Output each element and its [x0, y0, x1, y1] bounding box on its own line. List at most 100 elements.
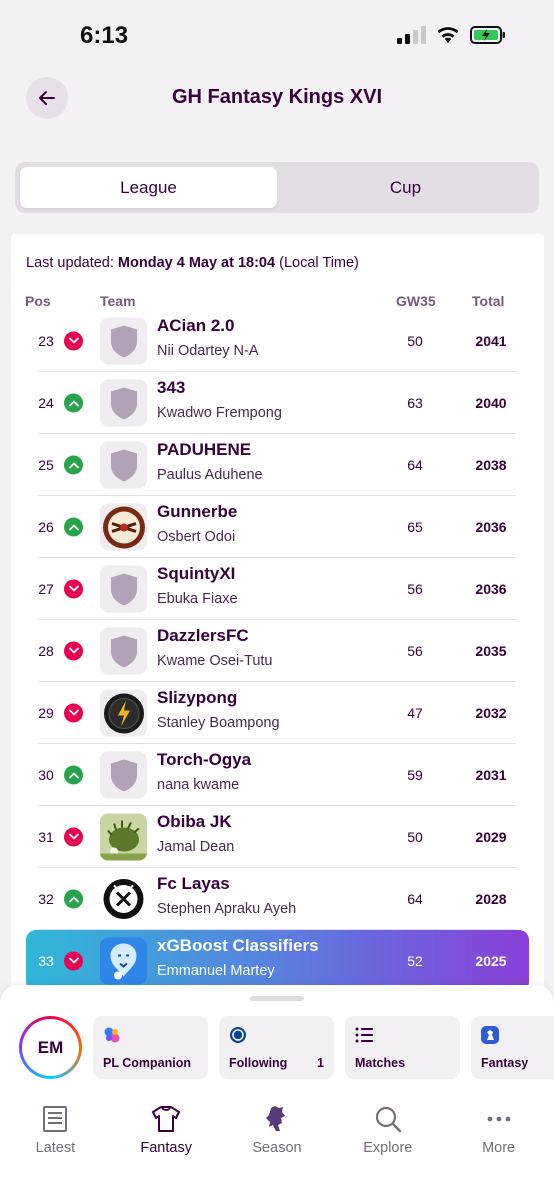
tab-league[interactable]: League: [20, 167, 277, 208]
total-points: 2028: [475, 891, 507, 907]
table-row[interactable]: 29 Slizypong Stanley Boampong 47 2032: [11, 682, 544, 744]
status-icons: [397, 26, 506, 44]
gameweek-points: 63: [407, 395, 423, 411]
nav-fantasy[interactable]: Fantasy: [111, 1088, 222, 1168]
copilot-icon: [102, 1025, 122, 1045]
rank-down-icon: [64, 827, 83, 847]
rank-up-icon: [64, 889, 83, 909]
total-points: 2036: [475, 519, 507, 535]
manager-name: Paulus Aduhene: [157, 467, 263, 483]
news-icon: [40, 1104, 70, 1134]
team-name[interactable]: Slizypong: [157, 688, 237, 708]
team-name[interactable]: Torch-Ogya: [157, 750, 251, 770]
wifi-icon: [437, 27, 459, 43]
gameweek-points: 65: [407, 519, 423, 535]
following-label: Following: [229, 1056, 288, 1070]
total-points: 2032: [475, 705, 507, 721]
table-row[interactable]: 28 DazzlersFC Kwame Osei-Tutu 56 2035: [11, 620, 544, 682]
nav-fantasy-label: Fantasy: [140, 1140, 192, 1156]
fc-crest-icon: [100, 875, 147, 923]
team-name[interactable]: Fc Layas: [157, 874, 230, 894]
gameweek-points: 56: [407, 581, 423, 597]
team-name[interactable]: 343: [157, 378, 185, 398]
total-points: 2035: [475, 643, 507, 659]
table-row[interactable]: 27 SquintyXI Ebuka Fiaxe 56 2036: [11, 558, 544, 620]
shield-icon: [100, 317, 147, 365]
manager-name: Kwadwo Frempong: [157, 405, 282, 421]
club-crest-icon: [228, 1025, 248, 1045]
row-position: 27: [38, 581, 54, 597]
league-cup-toggle: League Cup: [15, 162, 539, 213]
shield-icon: [100, 751, 147, 799]
manager-name: Kwame Osei-Tutu: [157, 653, 273, 669]
table-row[interactable]: 24 343 Kwadwo Frempong 63 2040: [11, 372, 544, 434]
row-position: 23: [38, 333, 54, 349]
team-name[interactable]: SquintyXI: [157, 564, 235, 584]
nav-season[interactable]: Season: [222, 1088, 333, 1168]
pl-lion-icon: [480, 1025, 500, 1045]
shirt-icon: [151, 1104, 181, 1134]
gameweek-points: 50: [407, 829, 423, 845]
gameweek-points: 52: [407, 953, 423, 969]
row-position: 31: [38, 829, 54, 845]
hedgehog-icon: [100, 813, 147, 861]
shield-icon: [100, 379, 147, 427]
rank-down-icon: [64, 641, 83, 661]
col-total: Total: [472, 293, 505, 309]
gameweek-points: 64: [407, 891, 423, 907]
total-points: 2036: [475, 581, 507, 597]
team-name[interactable]: PADUHENE: [157, 440, 251, 460]
team-name[interactable]: Obiba JK: [157, 812, 232, 832]
fantasy-button[interactable]: Fantasy: [471, 1016, 554, 1079]
col-gw: GW35: [396, 293, 436, 309]
total-points: 2040: [475, 395, 507, 411]
rank-up-icon: [64, 455, 83, 475]
standings-card: Last updated: Monday 4 May at 18:04 (Loc…: [11, 234, 544, 994]
last-updated: Last updated: Monday 4 May at 18:04 (Loc…: [26, 255, 359, 271]
table-row[interactable]: 33 xGBoost Classifiers Emmanuel Martey 52 20…: [26, 930, 529, 992]
nav-latest[interactable]: Latest: [0, 1088, 111, 1168]
table-row[interactable]: 30 Torch-Ogya nana kwame 59 2031: [11, 744, 544, 806]
avatar[interactable]: EM: [19, 1016, 82, 1079]
row-position: 32: [38, 891, 54, 907]
shield-icon: [100, 565, 147, 613]
team-name[interactable]: xGBoost Classifiers: [157, 936, 319, 956]
table-row[interactable]: 32 Fc Layas Stephen Apraku Ayeh 64 2028: [11, 868, 544, 930]
sheet-grabber[interactable]: [250, 996, 304, 1001]
fantasy-quick-label: Fantasy: [481, 1056, 529, 1070]
following-button[interactable]: Following 1: [219, 1016, 334, 1079]
lightning-ball-icon: [100, 689, 147, 737]
gameweek-points: 47: [407, 705, 423, 721]
tab-cup[interactable]: Cup: [277, 167, 534, 208]
rank-down-icon: [64, 579, 83, 599]
total-points: 2038: [475, 457, 507, 473]
bottom-nav: Latest Fantasy Season Explore More: [0, 1088, 554, 1168]
team-name[interactable]: Gunnerbe: [157, 502, 237, 522]
more-icon: [484, 1104, 514, 1134]
manager-name: Jamal Dean: [157, 839, 235, 855]
nav-more[interactable]: More: [443, 1088, 554, 1168]
team-name[interactable]: DazzlersFC: [157, 626, 249, 646]
nav-explore-label: Explore: [363, 1140, 413, 1156]
rank-down-icon: [64, 951, 83, 971]
shield-icon: [100, 441, 147, 489]
list-icon: [354, 1025, 374, 1045]
table-row[interactable]: 26 Gunnerbe Osbert Odoi 65 2036: [11, 496, 544, 558]
table-row[interactable]: 31 Obiba JK Jamal Dean 50 2029: [11, 806, 544, 868]
gameweek-points: 59: [407, 767, 423, 783]
last-updated-label: Last updated:: [26, 255, 114, 271]
pl-lion-icon: [262, 1104, 292, 1134]
pl-companion-button[interactable]: PL Companion: [93, 1016, 208, 1079]
table-row[interactable]: 23 ACian 2.0 Nii Odartey N-A 50 2041: [11, 310, 544, 372]
row-position: 30: [38, 767, 54, 783]
manager-name: Osbert Odoi: [157, 529, 236, 545]
nav-explore[interactable]: Explore: [332, 1088, 443, 1168]
row-position: 29: [38, 705, 54, 721]
pl-companion-label: PL Companion: [103, 1056, 191, 1070]
table-row[interactable]: 25 PADUHENE Paulus Aduhene 64 2038: [11, 434, 544, 496]
rank-up-icon: [64, 765, 83, 785]
matches-button[interactable]: Matches: [345, 1016, 460, 1079]
team-name[interactable]: ACian 2.0: [157, 316, 234, 336]
rank-down-icon: [64, 331, 83, 351]
lion-icon: [100, 937, 147, 985]
